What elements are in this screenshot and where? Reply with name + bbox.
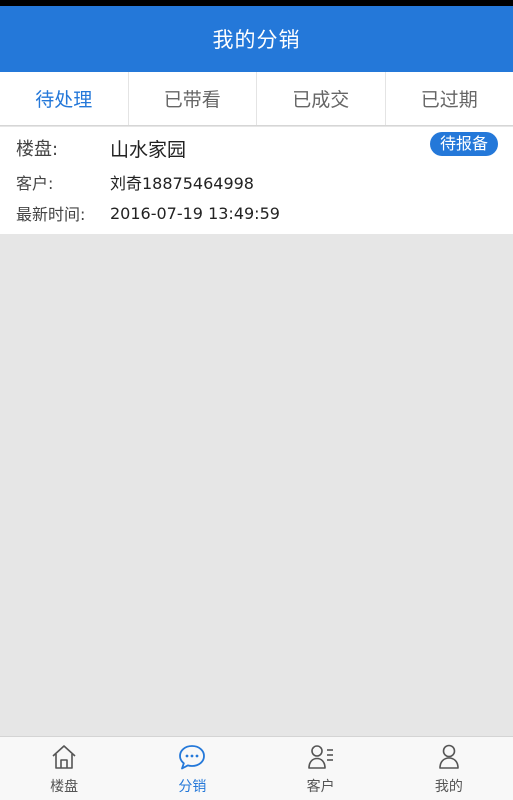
nav-item-customers[interactable]: 客户 bbox=[257, 737, 385, 800]
time-value: 2016-07-19 13:49:59 bbox=[110, 203, 280, 223]
tab-expired[interactable]: 已过期 bbox=[386, 72, 513, 125]
tab-bar: 待处理 已带看 已成交 已过期 bbox=[0, 72, 513, 126]
nav-label-mine: 我的 bbox=[434, 779, 463, 795]
status-badge: 待报备 bbox=[429, 132, 498, 156]
customer-row: 客户: 刘奇18875464998 bbox=[16, 171, 254, 193]
home-icon bbox=[52, 745, 76, 769]
time-label: 最新时间: bbox=[16, 205, 86, 224]
property-row: 楼盘: 山水家园 bbox=[16, 135, 186, 161]
tab-pending[interactable]: 待处理 bbox=[0, 72, 129, 125]
referral-card[interactable]: 楼盘: 山水家园 待报备 客户: 刘奇18875464998 最新时间: 201… bbox=[0, 127, 513, 234]
property-value: 山水家园 bbox=[110, 138, 187, 161]
property-label: 楼盘: bbox=[16, 139, 59, 160]
nav-label-customers: 客户 bbox=[306, 779, 335, 795]
page-title: 我的分销 bbox=[212, 28, 301, 52]
chat-bubble-icon bbox=[179, 745, 206, 770]
customer-label: 客户: bbox=[16, 174, 54, 193]
nav-item-properties[interactable]: 楼盘 bbox=[0, 737, 128, 800]
app-header: 我的分销 bbox=[0, 6, 513, 72]
time-row: 最新时间: 2016-07-19 13:49:59 bbox=[16, 202, 280, 225]
person-icon bbox=[439, 744, 459, 769]
bottom-nav: 楼盘 分销 客户 我的 bbox=[0, 736, 513, 800]
tab-closed-deal[interactable]: 已成交 bbox=[257, 72, 386, 125]
customer-value: 刘奇18875464998 bbox=[110, 174, 254, 193]
nav-label-properties: 楼盘 bbox=[50, 779, 79, 795]
nav-item-mine[interactable]: 我的 bbox=[385, 737, 513, 800]
nav-label-distribution: 分销 bbox=[178, 779, 207, 795]
nav-item-distribution[interactable]: 分销 bbox=[128, 737, 256, 800]
tab-viewed[interactable]: 已带看 bbox=[129, 72, 257, 125]
customer-list-icon bbox=[307, 745, 333, 769]
